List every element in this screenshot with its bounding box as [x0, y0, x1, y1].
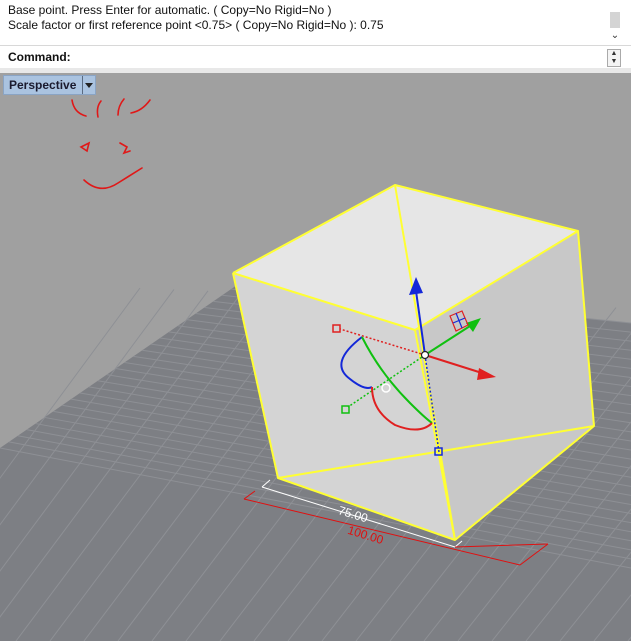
command-spinner[interactable]: ▲ ▼ — [607, 49, 621, 67]
command-line: Command: ▲ ▼ — [0, 45, 631, 69]
viewport-title-tab[interactable]: Perspective — [3, 75, 97, 95]
history-scrollbar[interactable]: ⌄ — [609, 0, 621, 44]
command-history: Base point. Press Enter for automatic. (… — [0, 0, 631, 44]
spinner-down-icon[interactable]: ▼ — [608, 58, 620, 66]
command-input[interactable] — [72, 48, 596, 66]
perspective-viewport[interactable]: 75.00 100.00 Perspective — [0, 73, 631, 641]
spinner-up-icon[interactable]: ▲ — [608, 50, 620, 58]
viewport-menu-icon[interactable] — [82, 76, 95, 94]
scrollbar-thumb[interactable] — [610, 12, 620, 28]
gizmo-origin — [420, 350, 430, 360]
rhino-window: Base point. Press Enter for automatic. (… — [0, 0, 631, 641]
scroll-down-icon[interactable]: ⌄ — [609, 30, 621, 42]
command-label: Command: — [8, 50, 71, 64]
sketch-annotation — [71, 98, 151, 190]
viewport-title[interactable]: Perspective — [4, 78, 82, 92]
history-line: Base point. Press Enter for automatic. (… — [8, 3, 332, 17]
history-line: Scale factor or first reference point <0… — [8, 18, 384, 32]
